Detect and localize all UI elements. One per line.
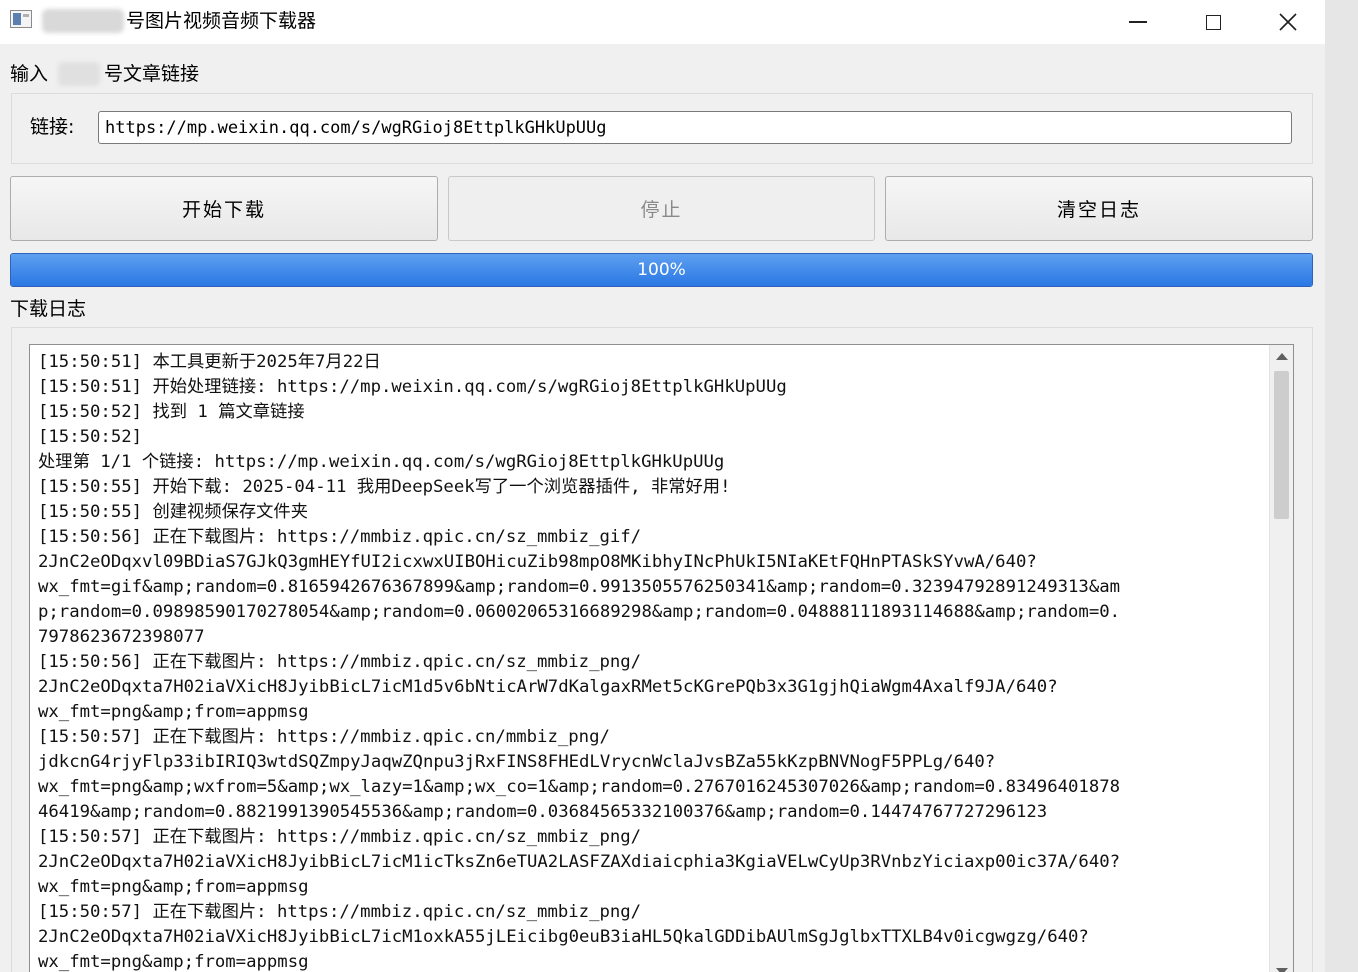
log-line: 2JnC2eODqxta7H02iaVXicH8JyibBicL7icM1icT… xyxy=(38,852,1121,872)
log-scrollbar[interactable] xyxy=(1269,345,1293,972)
log-line: 2JnC2eODqxta7H02iaVXicH8JyibBicL7icM1d5v… xyxy=(38,677,1058,697)
arrow-up-icon xyxy=(1275,353,1288,360)
redacted-blur xyxy=(58,62,100,86)
maximize-icon xyxy=(1205,14,1221,30)
scroll-down-button[interactable] xyxy=(1270,960,1293,972)
log-line: [15:50:56] 正在下载图片: https://mmbiz.qpic.cn… xyxy=(38,652,642,672)
scrollbar-thumb[interactable] xyxy=(1274,371,1289,519)
url-input[interactable] xyxy=(98,111,1292,144)
maximize-button[interactable] xyxy=(1176,0,1250,44)
url-label: 链接: xyxy=(30,116,75,138)
input-section-label: 输入 xyxy=(10,63,49,85)
progress-bar: 100% xyxy=(10,253,1313,287)
log-line: p;random=0.09898590170278054&amp;random=… xyxy=(38,602,1121,622)
minimize-button[interactable] xyxy=(1101,0,1175,44)
stop-button[interactable]: 停止 xyxy=(448,176,875,241)
log-line: 46419&amp;random=0.8821991390545536&amp;… xyxy=(38,802,1048,822)
log-line: wx_fmt=png&amp;wxfrom=5&amp;wx_lazy=1&am… xyxy=(38,777,1121,797)
log-line: [15:50:51] 本工具更新于2025年7月22日 xyxy=(38,352,381,372)
main-window: 号图片视频音频下载器 输入 号文章链接 链接: 开始下载 停止 清空日志 100… xyxy=(0,0,1325,972)
log-textarea[interactable]: [15:50:51] 本工具更新于2025年7月22日 [15:50:51] 开始… xyxy=(29,344,1294,972)
minimize-icon xyxy=(1129,21,1147,23)
redacted-blur xyxy=(42,9,124,33)
log-section-label: 下载日志 xyxy=(10,298,87,320)
app-window-icon xyxy=(10,10,32,28)
log-line: [15:50:57] 正在下载图片: https://mmbiz.qpic.cn… xyxy=(38,827,642,847)
log-line: 处理第 1/1 个链接: https://mp.weixin.qq.com/s/… xyxy=(38,452,725,472)
log-line: 2JnC2eODqxvl09BDiaS7GJkQ3gmHEYfUI2icxwxU… xyxy=(38,552,1037,572)
log-line: [15:50:52] xyxy=(38,427,143,447)
window-title: 号图片视频音频下载器 xyxy=(126,10,317,32)
clear-log-button[interactable]: 清空日志 xyxy=(885,176,1313,241)
log-line: [15:50:55] 开始下载: 2025-04-11 我用DeepSeek写了… xyxy=(38,477,731,497)
log-line: [15:50:51] 开始处理链接: https://mp.weixin.qq.… xyxy=(38,377,787,397)
log-line: wx_fmt=png&amp;from=appmsg xyxy=(38,877,309,897)
close-button[interactable] xyxy=(1251,0,1325,44)
arrow-down-icon xyxy=(1275,968,1288,972)
log-line: [15:50:56] 正在下载图片: https://mmbiz.qpic.cn… xyxy=(38,527,642,547)
log-line: [15:50:55] 创建视频保存文件夹 xyxy=(38,502,308,522)
log-line: 2JnC2eODqxta7H02iaVXicH8JyibBicL7icM1oxk… xyxy=(38,927,1089,947)
log-line: wx_fmt=png&amp;from=appmsg xyxy=(38,952,309,972)
input-section-label-suffix: 号文章链接 xyxy=(104,63,200,85)
start-download-button[interactable]: 开始下载 xyxy=(10,176,438,241)
log-line: wx_fmt=png&amp;from=appmsg xyxy=(38,702,309,722)
log-line: [15:50:52] 找到 1 篇文章链接 xyxy=(38,402,305,422)
log-line: jdkcnG4rjyFlp33ibIRIQ3wtdSQZmpyJaqwZQnpu… xyxy=(38,752,996,772)
close-icon xyxy=(1279,13,1297,31)
log-line: [15:50:57] 正在下载图片: https://mmbiz.qpic.cn… xyxy=(38,727,610,747)
log-line: wx_fmt=gif&amp;random=0.8165942676367899… xyxy=(38,577,1121,597)
log-line: 7978623672398077 xyxy=(38,627,205,647)
title-bar: 号图片视频音频下载器 xyxy=(0,0,1325,44)
scroll-up-button[interactable] xyxy=(1270,345,1293,368)
log-lines: [15:50:51] 本工具更新于2025年7月22日 [15:50:51] 开始… xyxy=(38,350,1263,972)
progress-text: 100% xyxy=(637,260,686,280)
log-line: [15:50:57] 正在下载图片: https://mmbiz.qpic.cn… xyxy=(38,902,642,922)
